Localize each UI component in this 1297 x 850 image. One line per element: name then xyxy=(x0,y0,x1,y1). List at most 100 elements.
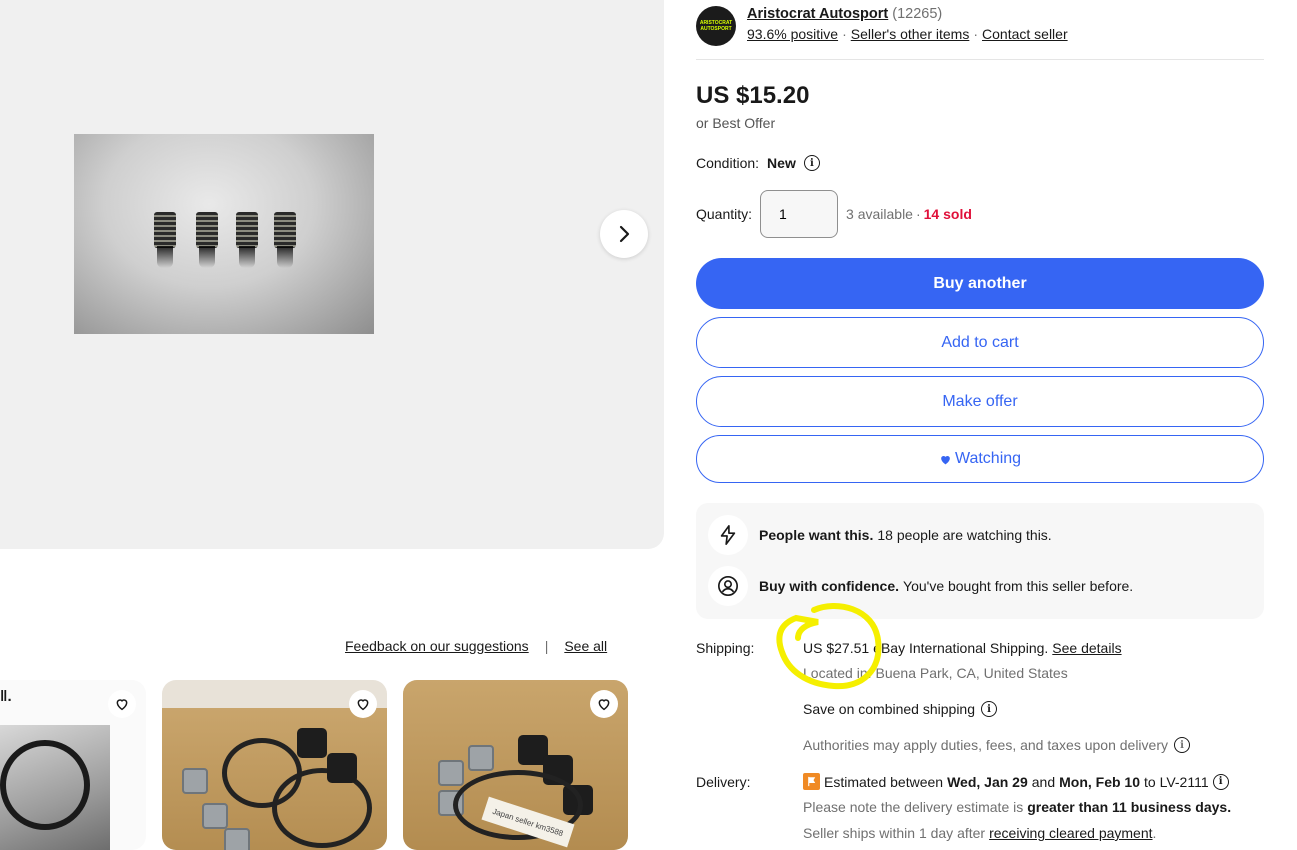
shipping-price: US $27.51 xyxy=(803,640,870,656)
screw-image xyxy=(154,212,176,268)
info-icon[interactable]: i xyxy=(803,155,820,171)
duties-line: Authorities may apply duties, fees, and … xyxy=(803,737,1190,753)
card-title-fragment: ǁ. xyxy=(0,688,12,705)
watch-heart-button[interactable] xyxy=(590,690,618,718)
delivery-label: Delivery: xyxy=(696,774,751,790)
heart-filled-icon xyxy=(941,455,950,464)
sold-count: 14 sold xyxy=(923,206,972,222)
delivery-note-bold: greater than 11 business days. xyxy=(1027,799,1232,815)
chevron-right-icon xyxy=(619,225,630,243)
handling-line: Seller ships within 1 day after receivin… xyxy=(803,825,1156,841)
available-count: 3 available xyxy=(846,206,913,222)
info-icon[interactable]: i xyxy=(981,701,998,717)
seller-info: ARISTOCRAT AUTOSPORT Aristocrat Autospor… xyxy=(696,4,1264,60)
seller-other-items-link[interactable]: Seller's other items xyxy=(851,26,970,42)
separator: | xyxy=(544,638,549,654)
shipping-label: Shipping: xyxy=(696,640,755,656)
screw-image xyxy=(196,212,218,268)
card-image xyxy=(162,708,387,850)
lightning-icon xyxy=(708,515,748,555)
wire-image xyxy=(272,768,372,848)
connector-image xyxy=(202,803,228,829)
shipping-cost-line: US $27.51 eBay International Shipping. S… xyxy=(803,640,1122,656)
estimated-prefix: Estimated between xyxy=(824,773,944,790)
heart-outline-icon xyxy=(357,699,369,711)
condition-row: Condition: New i xyxy=(696,155,820,171)
handling-text: Seller ships within 1 day after xyxy=(803,825,986,841)
heart-outline-icon xyxy=(116,699,128,711)
quantity-label: Quantity: xyxy=(696,206,753,222)
watching-button[interactable]: Watching xyxy=(696,435,1264,483)
info-icon[interactable]: i xyxy=(1212,773,1229,790)
add-to-cart-button[interactable]: Add to cart xyxy=(696,317,1264,368)
people-want-signal: People want this. 18 people are watching… xyxy=(708,515,1052,555)
dot-separator: · xyxy=(842,26,847,42)
item-price: US $15.20 xyxy=(696,82,810,109)
see-all-link[interactable]: See all xyxy=(564,638,607,654)
duties-text: Authorities may apply duties, fees, and … xyxy=(803,737,1168,753)
next-image-button[interactable] xyxy=(600,210,648,258)
cleared-payment-link[interactable]: receiving cleared payment xyxy=(989,825,1152,841)
screw-image xyxy=(236,212,258,268)
delivery-estimate-line: Estimated between Wed, Jan 29 and Mon, F… xyxy=(803,773,1229,790)
coil-image xyxy=(327,753,357,783)
coil-image xyxy=(297,728,327,758)
quantity-input[interactable] xyxy=(760,190,839,238)
delivery-note-line: Please note the delivery estimate is gre… xyxy=(803,799,1231,815)
screw-image xyxy=(274,212,296,268)
destination-text: to LV-2111 xyxy=(1144,773,1209,790)
heart-outline-icon xyxy=(598,699,610,711)
see-details-link[interactable]: See details xyxy=(1052,640,1121,656)
connector-image xyxy=(468,745,494,771)
signal-bold: Buy with confidence. xyxy=(759,578,900,594)
dot-separator: · xyxy=(973,26,979,42)
connector-image xyxy=(224,828,250,850)
combined-shipping-text: Save on combined shipping xyxy=(803,701,976,717)
buy-confidence-signal: Buy with confidence. You've bought from … xyxy=(708,566,1133,606)
best-offer-text: or Best Offer xyxy=(696,115,776,131)
seller-logo-text: ARISTOCRAT AUTOSPORT xyxy=(699,20,733,32)
watching-label: Watching xyxy=(954,450,1022,467)
watch-heart-button[interactable] xyxy=(349,690,377,718)
location-line: Located in: Buena Park, CA, United State… xyxy=(803,665,1068,681)
info-icon[interactable]: i xyxy=(1173,737,1190,753)
delivery-note-text: Please note the delivery estimate is xyxy=(803,799,1024,815)
and-text: and xyxy=(1031,773,1056,790)
user-circle-icon xyxy=(708,566,748,606)
watch-heart-button[interactable] xyxy=(108,690,136,718)
seller-feedback-count: (12265) xyxy=(892,6,943,22)
buy-another-button[interactable]: Buy another xyxy=(696,258,1264,309)
delivery-date-end: Mon, Feb 10 xyxy=(1059,773,1141,790)
period: . xyxy=(1152,825,1157,841)
contact-seller-link[interactable]: Contact seller xyxy=(982,26,1068,42)
condition-label: Condition: xyxy=(696,155,760,171)
signal-bold: People want this. xyxy=(759,527,874,543)
flag-icon xyxy=(803,773,820,790)
quantity-row: Quantity: 3 available · 14 sold xyxy=(696,190,972,238)
suggestions-links: Feedback on our suggestions | See all xyxy=(345,638,607,654)
seller-name-link[interactable]: Aristocrat Autosport xyxy=(747,6,888,22)
seller-name-row: Aristocrat Autosport (12265) xyxy=(747,6,942,22)
cable-image xyxy=(0,740,90,830)
feedback-link[interactable]: Feedback on our suggestions xyxy=(345,638,529,654)
combined-shipping-line: Save on combined shipping i xyxy=(803,701,998,717)
seller-logo[interactable]: ARISTOCRAT AUTOSPORT xyxy=(696,6,736,46)
seller-links: 93.6% positive · Seller's other items · Cont… xyxy=(747,26,1068,42)
connector-image xyxy=(438,760,464,786)
located-prefix: Located in: xyxy=(803,665,872,681)
connector-image xyxy=(182,768,208,794)
trust-signals: People want this. 18 people are watching… xyxy=(696,503,1264,619)
suggestion-card[interactable]: ǁ. xyxy=(0,680,146,850)
main-product-photo[interactable] xyxy=(74,134,374,334)
dot-separator: · xyxy=(915,206,921,222)
positive-feedback-link[interactable]: 93.6% positive xyxy=(747,26,838,42)
shipping-method: eBay International Shipping. xyxy=(873,640,1049,656)
delivery-date-start: Wed, Jan 29 xyxy=(947,773,1028,790)
condition-value: New xyxy=(767,155,796,171)
suggestion-card[interactable]: Japan seller km3588 xyxy=(403,680,628,850)
location-text: Buena Park, CA, United States xyxy=(875,665,1068,681)
make-offer-button[interactable]: Make offer xyxy=(696,376,1264,427)
signal-text: 18 people are watching this. xyxy=(877,527,1052,543)
image-gallery xyxy=(0,0,664,549)
suggestion-card[interactable] xyxy=(162,680,387,850)
